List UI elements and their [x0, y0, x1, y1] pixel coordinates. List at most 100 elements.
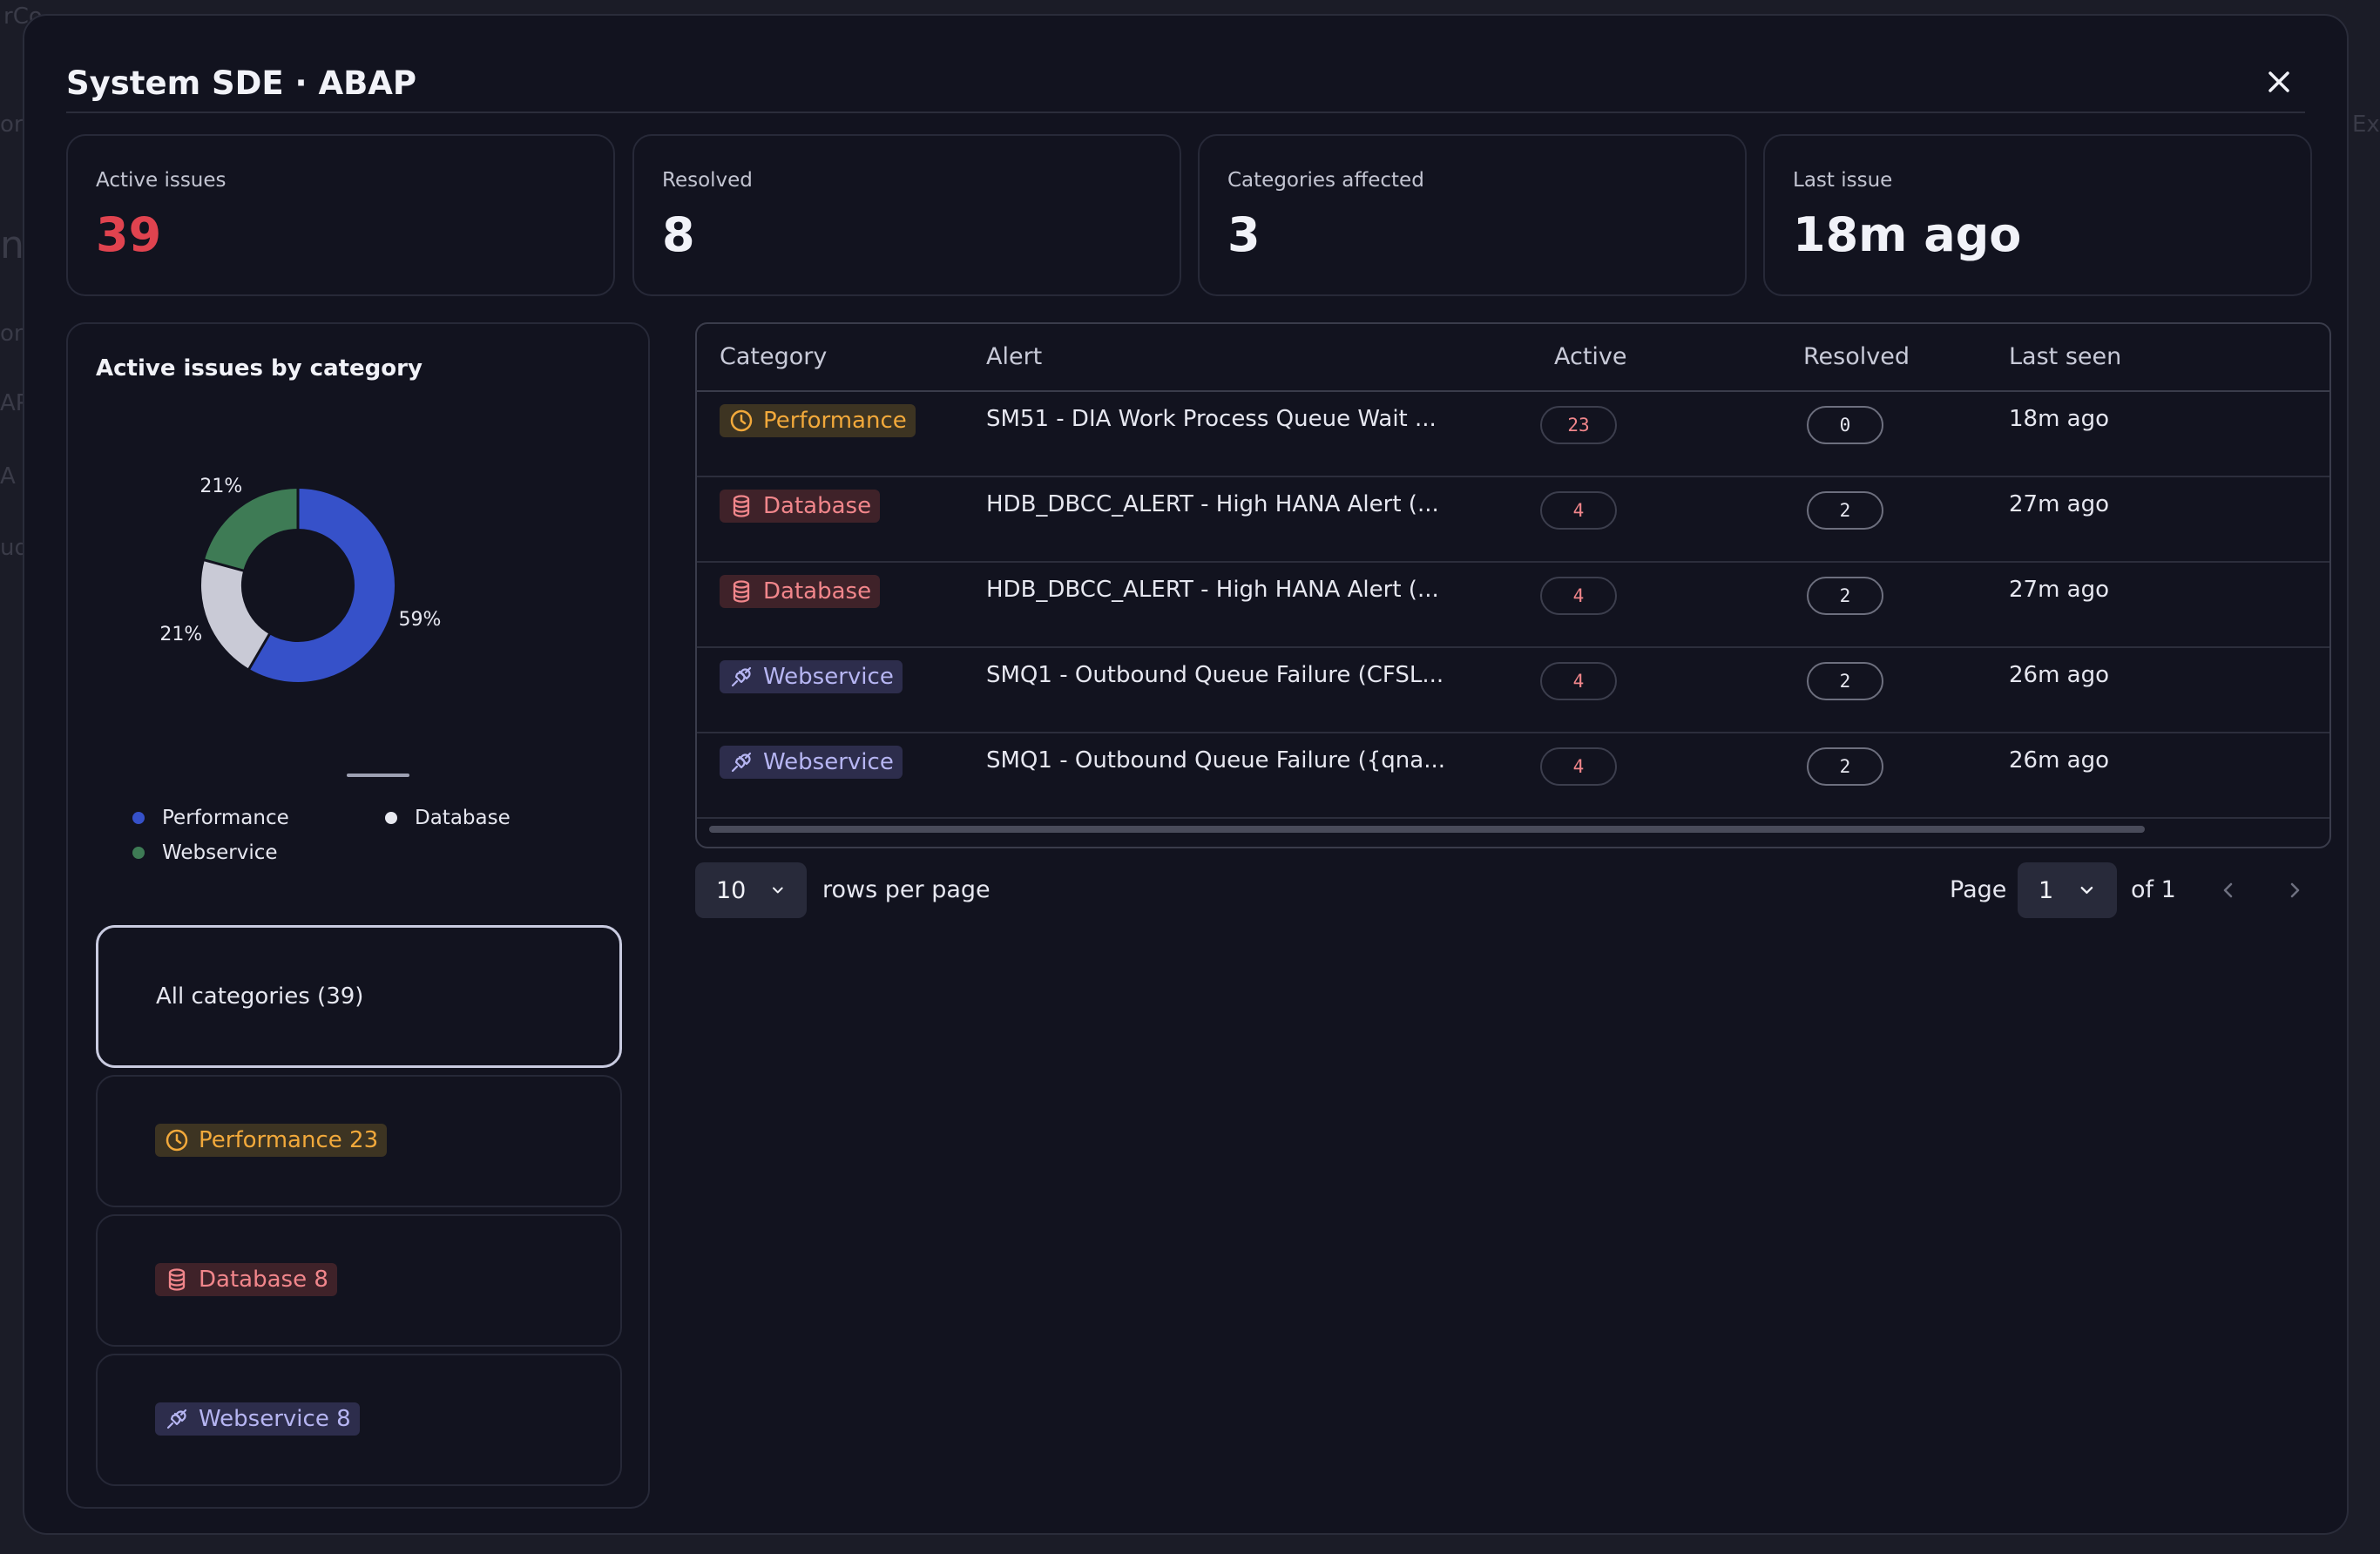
category-tag-performance: Performance 23 [155, 1124, 388, 1157]
last-seen-text: 27m ago [2009, 577, 2110, 603]
last-seen-text: 27m ago [2009, 491, 2110, 517]
kpi-value: 39 [96, 207, 162, 262]
last-seen-text: 26m ago [2009, 662, 2110, 688]
chevron-left-icon [2223, 882, 2233, 898]
page-label: Page [1950, 876, 2007, 903]
modal-header: System SDE · ABAP [66, 54, 2305, 113]
filter-database[interactable]: Database 8 [96, 1214, 622, 1347]
column-header-last-seen[interactable]: Last seen [2009, 343, 2121, 370]
table-row[interactable]: Database HDB_DBCC_ALERT - High HANA Aler… [697, 476, 2329, 563]
alert-text: HDB_DBCC_ALERT - High HANA Alert (... [986, 491, 1439, 517]
column-header-resolved[interactable]: Resolved [1803, 343, 1910, 370]
kpi-value: 18m ago [1793, 207, 2022, 262]
background-fragment: n [0, 223, 24, 267]
link-icon [731, 752, 752, 773]
tag-label: Webservice [763, 749, 894, 775]
active-count-badge: 4 [1540, 662, 1617, 700]
rows-per-page-value: 10 [716, 876, 747, 904]
tag-label: Database [763, 493, 872, 519]
tag-label: Performance [763, 408, 907, 434]
rows-per-page-label: rows per page [822, 876, 991, 903]
category-tag-webservice: Webservice [720, 746, 903, 779]
rows-per-page-select[interactable]: 10 [695, 862, 807, 918]
legend-item-database: Database [385, 807, 510, 829]
tag-label: Webservice 8 [199, 1406, 351, 1432]
background-fragment: Ex [2352, 111, 2380, 138]
resolved-count-badge: 2 [1807, 491, 1883, 530]
category-tag-database: Database [720, 575, 881, 608]
kpi-card-resolved: Resolved 8 [632, 134, 1181, 296]
kpi-card-active-issues: Active issues 39 [66, 134, 615, 296]
table-row[interactable]: Webservice SMQ1 - Outbound Queue Failure… [697, 732, 2329, 819]
last-seen-text: 18m ago [2009, 406, 2110, 432]
legend-dot [132, 812, 145, 824]
chevron-right-icon [2290, 882, 2300, 898]
link-icon [731, 666, 752, 687]
category-tag-database: Database [720, 490, 881, 523]
category-tag-webservice: Webservice [720, 660, 903, 693]
legend-item-webservice: Webservice [132, 841, 278, 864]
legend-label: Webservice [162, 841, 278, 864]
table-row[interactable]: Webservice SMQ1 - Outbound Queue Failure… [697, 646, 2329, 733]
link-icon [166, 1409, 187, 1429]
donut-percent-label: 59% [399, 609, 442, 631]
kpi-label: Resolved [662, 169, 753, 192]
column-header-active[interactable]: Active [1554, 343, 1627, 370]
tag-label: Database [763, 578, 872, 605]
close-button[interactable] [2262, 64, 2296, 99]
legend-scroll-indicator [347, 774, 409, 777]
clock-icon [730, 409, 753, 432]
database-icon [733, 495, 750, 517]
alerts-table: Category Alert Active Resolved Last seen… [695, 322, 2331, 848]
database-icon [168, 1268, 186, 1291]
pagination-bar: 10 rows per page Page 1 of 1 [695, 862, 2331, 918]
clock-icon [166, 1129, 188, 1152]
alert-text: SMQ1 - Outbound Queue Failure (CFSL... [986, 662, 1444, 688]
tag-label: Performance 23 [199, 1127, 379, 1153]
category-tag-performance: Performance [720, 404, 916, 437]
legend-item-performance: Performance [132, 807, 289, 829]
kpi-value: 8 [662, 207, 695, 262]
alert-text: HDB_DBCC_ALERT - High HANA Alert (... [986, 577, 1439, 603]
table-row[interactable]: Performance SM51 - DIA Work Process Queu… [697, 390, 2329, 477]
tag-label: Database 8 [199, 1267, 328, 1293]
filter-webservice[interactable]: Webservice 8 [96, 1354, 622, 1486]
horizontal-scrollbar[interactable] [709, 826, 2145, 833]
legend-dot [385, 812, 397, 824]
kpi-label: Active issues [96, 169, 227, 192]
donut-slice-webservice[interactable] [204, 489, 299, 571]
table-header: Category Alert Active Resolved Last seen [697, 324, 2329, 392]
background-fragment: A [0, 463, 16, 490]
donut-percent-label: 21% [199, 476, 242, 497]
last-seen-text: 26m ago [2009, 747, 2110, 774]
next-page-button[interactable] [2279, 875, 2310, 906]
filter-performance[interactable]: Performance 23 [96, 1075, 622, 1207]
kpi-row: Active issues 39 Resolved 8 Categories a… [66, 134, 2331, 296]
filter-all-categories[interactable]: All categories (39) [96, 925, 622, 1068]
active-count-badge: 23 [1540, 406, 1617, 444]
active-count-badge: 4 [1540, 491, 1617, 530]
previous-page-button[interactable] [2213, 875, 2244, 906]
kpi-label: Categories affected [1227, 169, 1424, 192]
legend-label: Database [415, 807, 510, 829]
column-header-alert[interactable]: Alert [986, 343, 1042, 370]
kpi-value: 3 [1227, 207, 1261, 262]
alert-text: SMQ1 - Outbound Queue Failure ({qna... [986, 747, 1446, 774]
page-select[interactable]: 1 [2018, 862, 2117, 918]
chevron-down-icon [773, 887, 783, 894]
column-header-category[interactable]: Category [720, 343, 827, 370]
kpi-card-last-issue: Last issue 18m ago [1763, 134, 2312, 296]
kpi-card-categories-affected: Categories affected 3 [1198, 134, 1747, 296]
category-tag-database: Database 8 [155, 1263, 337, 1296]
active-count-badge: 4 [1540, 577, 1617, 615]
system-details-modal: System SDE · ABAP Active issues 39 Resol… [23, 14, 2349, 1535]
category-donut-chart: 59% 21% 21% [159, 476, 442, 682]
table-row[interactable]: Database HDB_DBCC_ALERT - High HANA Aler… [697, 561, 2329, 648]
resolved-count-badge: 2 [1807, 747, 1883, 786]
donut-slice-database[interactable] [201, 560, 270, 669]
active-count-badge: 4 [1540, 747, 1617, 786]
kpi-label: Last issue [1793, 169, 1893, 192]
resolved-count-badge: 2 [1807, 662, 1883, 700]
donut-percent-label: 21% [159, 624, 202, 645]
database-icon [733, 580, 750, 603]
